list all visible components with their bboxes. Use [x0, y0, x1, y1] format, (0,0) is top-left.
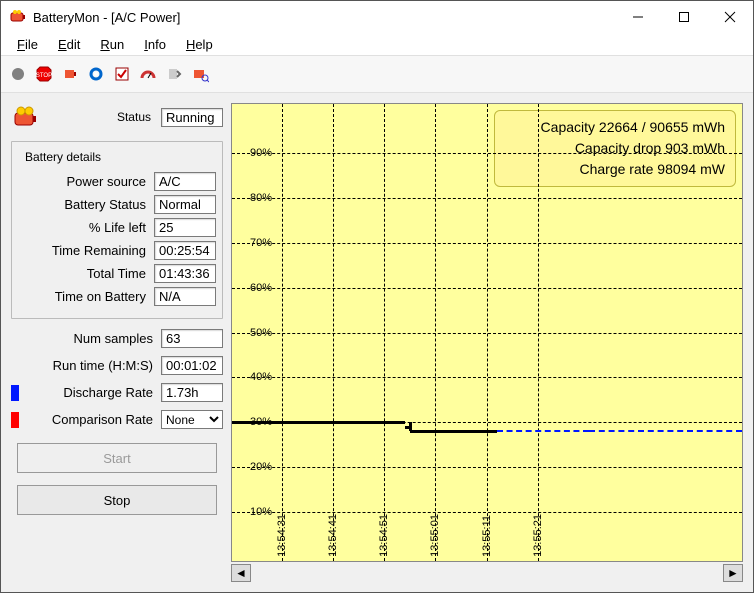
stop-icon[interactable]: STOP [31, 61, 57, 87]
x-tick-label: 13:54:31 [276, 514, 288, 557]
y-tick-label: 10% [250, 506, 272, 518]
battery-status-label: Battery Status [18, 197, 150, 212]
gear-icon[interactable] [83, 61, 109, 87]
scroll-track[interactable] [251, 564, 723, 582]
status-value: Running [161, 108, 223, 127]
battery-large-icon [11, 103, 39, 131]
run-time-value: 00:01:02 [161, 356, 223, 375]
y-tick-label: 80% [250, 192, 272, 204]
gauge-icon[interactable] [135, 61, 161, 87]
y-tick-label: 70% [250, 237, 272, 249]
check-icon[interactable] [109, 61, 135, 87]
y-tick-label: 60% [250, 282, 272, 294]
scan-icon[interactable] [187, 61, 213, 87]
life-left-value: 25 [154, 218, 216, 237]
total-time-label: Total Time [18, 266, 150, 281]
time-on-battery-label: Time on Battery [18, 289, 150, 304]
discharge-rate-value: 1.73h [161, 383, 223, 402]
chart-series-measured [282, 421, 405, 424]
battery-details-group: Battery details Power source A/C Battery … [11, 141, 223, 319]
menu-help[interactable]: Help [176, 35, 223, 54]
x-tick-label: 13:54:41 [327, 514, 339, 557]
y-tick-label: 20% [250, 461, 272, 473]
scroll-right-icon[interactable]: ► [723, 564, 743, 582]
left-panel: Status Running Battery details Power sou… [11, 103, 223, 582]
export-icon[interactable] [161, 61, 187, 87]
total-time-value: 01:43:36 [154, 264, 216, 283]
discharge-rate-label: Discharge Rate [25, 385, 157, 400]
y-tick-label: 40% [250, 371, 272, 383]
x-tick-label: 13:55:21 [532, 514, 544, 557]
x-tick-label: 13:55:11 [481, 515, 493, 557]
app-icon [9, 8, 27, 26]
record-icon[interactable] [5, 61, 31, 87]
x-tick-label: 13:54:51 [378, 514, 390, 557]
y-tick-label: 90% [250, 147, 272, 159]
run-time-label: Run time (H:M:S) [11, 358, 157, 373]
time-remaining-label: Time Remaining [18, 243, 150, 258]
battery-icon[interactable] [57, 61, 83, 87]
comparison-swatch [11, 412, 19, 428]
client-area: Status Running Battery details Power sou… [1, 93, 753, 592]
close-button[interactable] [707, 1, 753, 33]
toolbar: STOP [1, 55, 753, 93]
num-samples-label: Num samples [11, 331, 157, 346]
start-button[interactable]: Start [17, 443, 217, 473]
menu-run[interactable]: Run [90, 35, 134, 54]
maximize-button[interactable] [661, 1, 707, 33]
menubar: File Edit Run Info Help [1, 33, 753, 55]
app-window: BatteryMon - [A/C Power] File Edit Run I… [0, 0, 754, 593]
battery-status-value: Normal [154, 195, 216, 214]
x-tick-label: 13:55:01 [429, 514, 441, 557]
window-title: BatteryMon - [A/C Power] [33, 10, 615, 25]
power-source-label: Power source [18, 174, 150, 189]
chart-panel: Capacity 22664 / 90655 mWh Capacity drop… [231, 103, 743, 582]
num-samples-value: 63 [161, 329, 223, 348]
chart-series-measured [410, 430, 497, 433]
status-label: Status [43, 110, 157, 124]
y-tick-label: 50% [250, 327, 272, 339]
life-left-label: % Life left [18, 220, 150, 235]
time-remaining-value: 00:25:54 [154, 241, 216, 260]
titlebar: BatteryMon - [A/C Power] [1, 1, 753, 33]
svg-text:STOP: STOP [36, 73, 52, 79]
chart-scrollbar[interactable]: ◄ ► [231, 564, 743, 582]
comparison-rate-label: Comparison Rate [25, 412, 157, 427]
menu-edit[interactable]: Edit [48, 35, 90, 54]
chart-info-box: Capacity 22664 / 90655 mWh Capacity drop… [494, 110, 736, 187]
discharge-swatch [11, 385, 19, 401]
menu-info[interactable]: Info [134, 35, 176, 54]
menu-file[interactable]: File [7, 35, 48, 54]
comparison-rate-select[interactable]: None [161, 410, 223, 429]
stop-button[interactable]: Stop [17, 485, 217, 515]
scroll-left-icon[interactable]: ◄ [231, 564, 251, 582]
chart-canvas: Capacity 22664 / 90655 mWh Capacity drop… [231, 103, 743, 562]
time-on-battery-value: N/A [154, 287, 216, 306]
battery-details-legend: Battery details [22, 150, 104, 164]
power-source-value: A/C [154, 172, 216, 191]
chart-series-projection [497, 430, 589, 432]
minimize-button[interactable] [615, 1, 661, 33]
